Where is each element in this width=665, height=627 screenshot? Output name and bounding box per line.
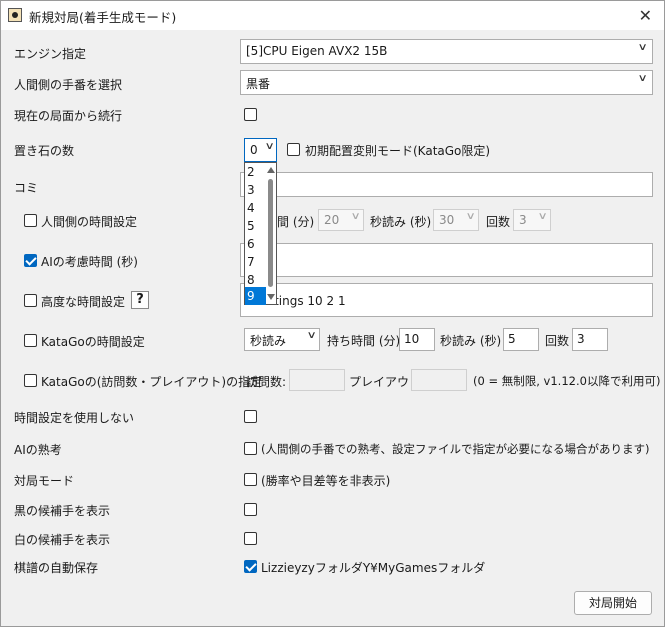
katago-byoyomi-label: 秒読み (秒): [440, 334, 502, 348]
chevron-down-icon: ∨: [465, 211, 476, 222]
no-time-label: 時間設定を使用しない: [14, 411, 135, 425]
katago-count-input[interactable]: 3: [572, 328, 608, 351]
close-icon[interactable]: ✕: [639, 6, 652, 25]
katago-main-time-input[interactable]: 10: [399, 328, 435, 351]
engine-label: エンジン指定: [14, 47, 87, 61]
game-mode-label: 対局モード: [14, 474, 75, 488]
black-candidates-checkbox[interactable]: [244, 503, 257, 516]
visits-note: (0 = 無制限, v1.12.0以降で利用可): [473, 374, 661, 388]
start-game-button[interactable]: 対局開始: [574, 591, 652, 615]
handicap-option-4[interactable]: 4: [245, 199, 266, 217]
window-title: 新規対局(着手生成モード): [29, 10, 177, 25]
ai-time-input[interactable]: [240, 243, 653, 277]
katago-visits-checkbox[interactable]: [24, 374, 37, 387]
visits-input[interactable]: [289, 369, 345, 391]
handicap-option-9[interactable]: 9: [245, 287, 266, 305]
human-time-byoyomi-select[interactable]: 30 ∨: [433, 209, 479, 231]
handicap-dropdown-list: 2 3 4 5 6 7 8 9: [244, 162, 277, 305]
chevron-down-icon: ∨: [264, 141, 275, 152]
human-time-label: 人間側の時間設定: [41, 215, 138, 229]
ai-ponder-checkbox[interactable]: [244, 442, 257, 455]
human-time-count-select[interactable]: 3 ∨: [513, 209, 551, 231]
scroll-down-arrow-icon[interactable]: [267, 294, 275, 300]
chevron-down-icon: ∨: [637, 73, 648, 84]
handicap-select[interactable]: 0 ∨: [244, 138, 277, 162]
engine-select[interactable]: [5]CPU Eigen AVX2 15B ∨: [240, 39, 653, 64]
scroll-thumb[interactable]: [268, 179, 273, 287]
katago-visits-label: KataGoの(訪問数・プレイアウト)の指定: [41, 375, 263, 389]
katago-time-mode-value: 秒読み: [250, 334, 287, 348]
chevron-down-icon: ∨: [306, 330, 317, 341]
human-time-checkbox[interactable]: [24, 214, 37, 227]
playouts-input[interactable]: [411, 369, 467, 391]
initial-placement-checkbox[interactable]: [287, 143, 300, 156]
advanced-time-input[interactable]: ettings 10 2 1: [240, 283, 653, 317]
player-side-select[interactable]: 黒番 ∨: [240, 70, 653, 95]
ai-time-label: AIの考慮時間 (秒): [41, 255, 138, 269]
autosave-desc: LizzieyzyフォルダY¥MyGamesフォルダ: [261, 561, 486, 575]
ai-time-checkbox[interactable]: [24, 254, 37, 267]
handicap-option-3[interactable]: 3: [245, 181, 266, 199]
chevron-down-icon: ∨: [637, 42, 648, 53]
handicap-option-5[interactable]: 5: [245, 217, 266, 235]
visits-label: 訪問数:: [246, 375, 287, 389]
autosave-label: 棋譜の自動保存: [14, 561, 99, 575]
human-time-main-label: 間 (分): [277, 215, 315, 229]
ai-ponder-desc: (人間側の手番での熟考、設定ファイルで指定が必要になる場合があります): [261, 442, 650, 456]
human-time-byoyomi-label: 秒読み (秒): [370, 215, 432, 229]
handicap-option-6[interactable]: 6: [245, 235, 266, 253]
player-side-value: 黒番: [246, 77, 271, 91]
handicap-option-7[interactable]: 7: [245, 253, 266, 271]
dropdown-scrollbar[interactable]: [266, 164, 275, 303]
help-button[interactable]: ?: [131, 291, 149, 309]
komi-input[interactable]: [240, 172, 653, 197]
game-mode-checkbox[interactable]: [244, 473, 257, 486]
engine-select-value: [5]CPU Eigen AVX2 15B: [246, 44, 388, 58]
katago-byoyomi-input[interactable]: 5: [503, 328, 539, 351]
chevron-down-icon: ∨: [537, 211, 548, 222]
autosave-checkbox[interactable]: [244, 560, 257, 573]
advanced-time-label: 高度な時間設定: [41, 295, 126, 309]
continue-checkbox[interactable]: [244, 108, 257, 121]
human-time-byoyomi-value: 30: [439, 213, 455, 227]
katago-time-mode-select[interactable]: 秒読み ∨: [244, 328, 320, 351]
human-time-count-value: 3: [519, 213, 527, 227]
katago-time-label: KataGoの時間設定: [41, 335, 145, 349]
komi-label: コミ: [14, 181, 39, 195]
advanced-time-checkbox[interactable]: [24, 294, 37, 307]
katago-main-time-label: 持ち時間 (分): [327, 334, 401, 348]
handicap-value: 0: [250, 143, 258, 157]
handicap-option-2[interactable]: 2: [245, 163, 266, 181]
human-time-main-select[interactable]: 20 ∨: [318, 209, 364, 231]
player-side-label: 人間側の手番を選択: [14, 78, 123, 92]
no-time-checkbox[interactable]: [244, 410, 257, 423]
scroll-up-arrow-icon[interactable]: [267, 167, 275, 173]
chevron-down-icon: ∨: [350, 211, 361, 222]
human-time-count-label: 回数: [486, 215, 511, 229]
human-time-main-value: 20: [324, 213, 340, 227]
handicap-label: 置き石の数: [14, 144, 75, 158]
title-bar[interactable]: 新規対局(着手生成モード) ✕: [1, 1, 664, 30]
white-candidates-label: 白の候補手を表示: [14, 533, 111, 547]
game-mode-desc: (勝率や目差等を非表示): [261, 474, 391, 488]
new-game-dialog: 新規対局(着手生成モード) ✕ エンジン指定 [5]CPU Eigen AVX2…: [0, 0, 665, 627]
ai-ponder-label: AIの熟考: [14, 443, 62, 457]
app-icon: [8, 8, 22, 22]
katago-time-checkbox[interactable]: [24, 334, 37, 347]
black-candidates-label: 黒の候補手を表示: [14, 504, 111, 518]
continue-label: 現在の局面から続行: [14, 109, 123, 123]
katago-count-label: 回数: [545, 334, 570, 348]
white-candidates-checkbox[interactable]: [244, 532, 257, 545]
initial-placement-label: 初期配置変則モード(KataGo限定): [305, 144, 491, 158]
